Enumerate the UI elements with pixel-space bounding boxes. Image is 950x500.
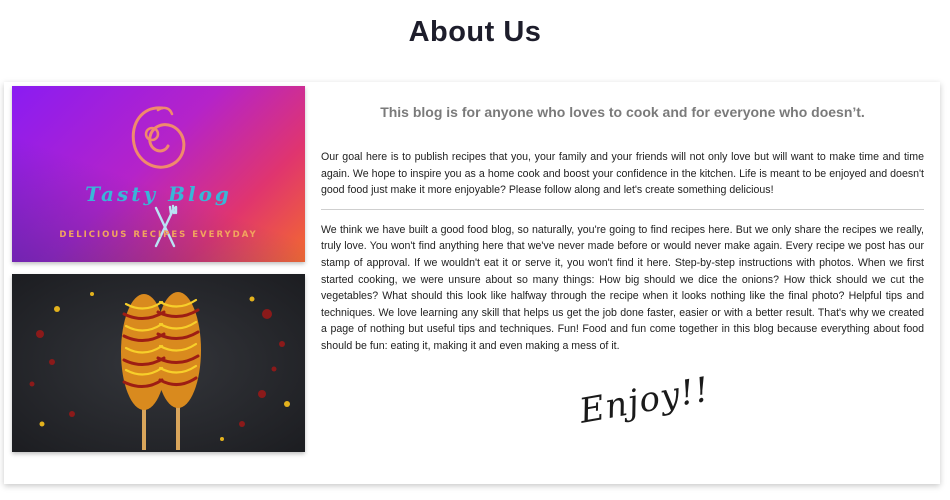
content-divider xyxy=(321,208,924,210)
corn-dog-photo xyxy=(12,274,305,452)
intro-paragraph: Our goal here is to publish recipes that… xyxy=(321,151,924,197)
logo-brand-name: Tasty Blog xyxy=(85,182,232,206)
blog-logo-image: Tasty Blog DELICIOUS RECIPES EVERYDAY xyxy=(12,86,305,262)
corn-dog-illustration xyxy=(12,274,305,452)
logo-tagline: DELICIOUS RECIPES EVERYDAY xyxy=(59,230,258,240)
details-paragraph: We think we have built a good food blog,… xyxy=(321,223,924,352)
about-subtitle: This blog is for anyone who loves to coo… xyxy=(380,104,865,120)
fork-knife-icon xyxy=(154,204,178,248)
page-title: About Us xyxy=(408,16,542,48)
about-content: This blog is for anyone who loves to coo… xyxy=(321,86,924,355)
swirl-icon xyxy=(131,106,186,169)
